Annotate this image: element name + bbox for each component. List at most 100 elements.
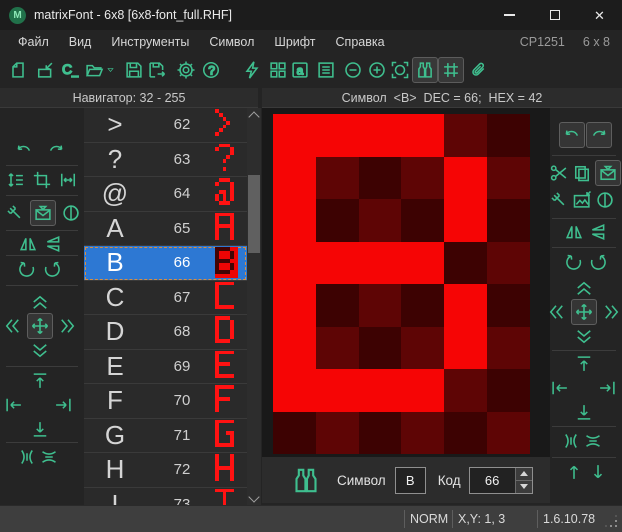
zoom-fit-button[interactable]	[387, 57, 413, 83]
pixel-cell[interactable]	[444, 412, 487, 455]
pixel-cell[interactable]	[401, 157, 444, 200]
pixel-cell[interactable]	[359, 199, 402, 242]
row-height-icon[interactable]	[6, 170, 26, 190]
pixel-cell[interactable]	[316, 369, 359, 412]
spin-up-button[interactable]	[516, 468, 532, 480]
character-row[interactable]: G71	[84, 419, 247, 454]
pixel-cell[interactable]	[487, 114, 530, 157]
pixel-cell[interactable]	[316, 157, 359, 200]
optimize-button[interactable]	[239, 57, 265, 83]
pixel-cell[interactable]	[401, 114, 444, 157]
collapse-height-icon[interactable]	[39, 447, 59, 467]
pixel-cell[interactable]	[273, 157, 316, 200]
attachment-button[interactable]	[466, 57, 492, 83]
flip-horizontal-icon[interactable]	[564, 222, 584, 242]
flip-horizontal-icon[interactable]	[18, 234, 38, 254]
align-left-icon[interactable]	[4, 395, 24, 415]
shift-right-icon[interactable]	[58, 316, 78, 336]
pixel-cell[interactable]	[359, 412, 402, 455]
menu-view[interactable]: Вид	[59, 32, 102, 52]
import-font-button[interactable]	[32, 57, 58, 83]
pixel-cell[interactable]	[359, 327, 402, 370]
shift-right-icon[interactable]	[602, 302, 622, 322]
character-row[interactable]: B66	[84, 246, 247, 281]
column-width-icon[interactable]	[58, 170, 78, 190]
character-row[interactable]: H72	[84, 453, 247, 488]
pixel-cell[interactable]	[444, 242, 487, 285]
align-bottom-icon[interactable]	[574, 402, 594, 422]
menu-file[interactable]: Файл	[8, 32, 59, 52]
pixel-cell[interactable]	[316, 242, 359, 285]
align-top-icon[interactable]	[30, 371, 50, 391]
shift-left-icon[interactable]	[546, 302, 566, 322]
cut-icon[interactable]	[549, 163, 569, 183]
collapse-height-icon[interactable]	[583, 431, 603, 451]
open-menu-button[interactable]	[104, 65, 116, 75]
contrast-icon[interactable]	[61, 203, 81, 223]
align-right-icon[interactable]	[53, 395, 73, 415]
menu-help[interactable]: Справка	[326, 32, 395, 52]
pixel-cell[interactable]	[359, 114, 402, 157]
pixel-cell[interactable]	[487, 327, 530, 370]
redo-button[interactable]	[586, 122, 612, 148]
maximize-button[interactable]	[532, 0, 577, 30]
insert-image-icon[interactable]	[572, 190, 592, 210]
pixel-cell[interactable]	[273, 242, 316, 285]
pixel-cell[interactable]	[316, 412, 359, 455]
character-row[interactable]: D68	[84, 315, 247, 350]
pixel-cell[interactable]	[401, 284, 444, 327]
shift-down-icon[interactable]	[30, 341, 50, 361]
copy-icon[interactable]	[572, 163, 592, 183]
align-top-icon[interactable]	[574, 354, 594, 374]
resize-grip-icon[interactable]	[615, 525, 617, 527]
new-document-button[interactable]	[5, 57, 31, 83]
pixel-cell[interactable]	[487, 412, 530, 455]
menu-font[interactable]: Шрифт	[264, 32, 325, 52]
shift-up-icon[interactable]	[30, 292, 50, 312]
shift-up-icon[interactable]	[574, 278, 594, 298]
codepage-button[interactable]	[56, 57, 82, 83]
character-row[interactable]: @64	[84, 177, 247, 212]
contrast-icon[interactable]	[595, 190, 615, 210]
pixel-cell[interactable]	[401, 242, 444, 285]
menu-symbol[interactable]: Символ	[199, 32, 264, 52]
pixel-cell[interactable]	[273, 412, 316, 455]
brush-icon[interactable]	[5, 203, 25, 223]
rotate-left-icon[interactable]	[17, 259, 37, 279]
pixel-cell[interactable]	[359, 242, 402, 285]
scrollbar-thumb[interactable]	[248, 175, 260, 253]
spin-down-button[interactable]	[516, 480, 532, 493]
character-row[interactable]: F70	[84, 384, 247, 419]
pixel-cell[interactable]	[487, 199, 530, 242]
pixel-cell[interactable]	[487, 242, 530, 285]
paste-glyph-button[interactable]	[595, 160, 621, 186]
pixel-cell[interactable]	[401, 412, 444, 455]
pixel-cell[interactable]	[401, 199, 444, 242]
save-font-as-button[interactable]	[144, 57, 170, 83]
pixel-cell[interactable]	[316, 284, 359, 327]
pixel-cell[interactable]	[444, 284, 487, 327]
scroll-up-icon[interactable]	[248, 111, 259, 122]
symbol-input[interactable]: B	[395, 467, 426, 494]
character-row[interactable]: C67	[84, 281, 247, 316]
find-char-button[interactable]	[412, 57, 438, 83]
zoom-out-button[interactable]	[340, 57, 366, 83]
pixel-cell[interactable]	[359, 284, 402, 327]
pixel-cell[interactable]	[273, 369, 316, 412]
pixel-cell[interactable]	[359, 157, 402, 200]
pixel-cell[interactable]	[359, 369, 402, 412]
align-bottom-icon[interactable]	[30, 419, 50, 439]
pixel-cell[interactable]	[487, 369, 530, 412]
code-input[interactable]: 66	[470, 468, 515, 493]
crop-icon[interactable]	[32, 170, 52, 190]
pixel-cell[interactable]	[273, 284, 316, 327]
rotate-left-icon[interactable]	[564, 252, 584, 272]
pixel-cell[interactable]	[316, 327, 359, 370]
pixel-cell[interactable]	[316, 114, 359, 157]
pixel-cell[interactable]	[273, 327, 316, 370]
code-spinner[interactable]: 66	[469, 467, 533, 494]
char-preview-button[interactable]	[287, 57, 313, 83]
align-right-icon[interactable]	[597, 378, 617, 398]
row-down-icon[interactable]	[588, 462, 608, 482]
character-row[interactable]: E69	[84, 350, 247, 385]
